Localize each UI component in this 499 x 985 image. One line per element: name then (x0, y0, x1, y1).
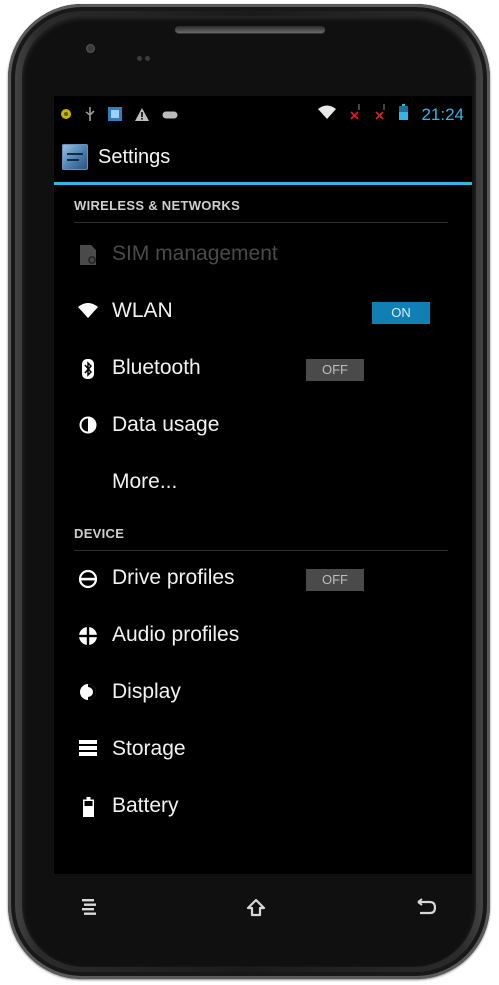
settings-item-storage[interactable]: Storage (54, 724, 472, 780)
audio-profiles-icon (78, 626, 98, 648)
settings-item-drive-profiles[interactable]: Drive profiles OFF (54, 553, 472, 609)
settings-item-label: WLAN (112, 299, 173, 322)
section-header-wireless: WIRELESS & NETWORKS (74, 198, 448, 223)
settings-app-icon[interactable] (62, 144, 88, 170)
settings-item-label: Drive profiles (112, 566, 235, 589)
signal-no-service-2-icon (374, 104, 386, 125)
settings-screen: 21:24 Settings WIRELESS & NETWORKS SIM m… (54, 96, 472, 874)
settings-item-label: SIM management (112, 242, 278, 265)
headset-icon (60, 108, 72, 125)
proximity-sensor (137, 46, 153, 61)
battery-icon (399, 104, 409, 125)
bluetooth-toggle[interactable]: OFF (306, 359, 364, 381)
wlan-toggle[interactable]: ON (372, 302, 430, 324)
section-header-device: DEVICE (74, 526, 448, 551)
settings-item-display[interactable]: Display (54, 667, 472, 723)
page-title: Settings (98, 146, 171, 168)
settings-item-label: Bluetooth (112, 356, 201, 379)
settings-item-sim-management: SIM management (54, 229, 472, 285)
settings-item-label: Audio profiles (112, 623, 240, 646)
storage-icon (78, 740, 98, 762)
home-icon[interactable] (246, 898, 276, 922)
earpiece-speaker (175, 26, 325, 33)
navigation-bar (54, 890, 472, 930)
sim-toolkit-icon (108, 107, 123, 126)
front-camera (86, 44, 95, 53)
settings-item-bluetooth[interactable]: Bluetooth OFF (54, 343, 472, 399)
settings-item-label: Battery (112, 794, 179, 817)
settings-item-data-usage[interactable]: Data usage (54, 400, 472, 456)
data-usage-icon (78, 416, 98, 438)
status-clock: 21:24 (421, 104, 464, 124)
usb-icon (85, 107, 95, 126)
settings-item-label: More... (112, 470, 178, 493)
display-icon (78, 683, 98, 705)
drive-profiles-icon (78, 569, 98, 591)
drive-profiles-toggle[interactable]: OFF (306, 569, 364, 591)
menu-icon[interactable] (82, 898, 112, 922)
signal-no-service-icon (349, 104, 361, 125)
settings-item-audio-profiles[interactable]: Audio profiles (54, 610, 472, 666)
wifi-icon (318, 105, 337, 124)
battery-icon (78, 797, 98, 819)
status-bar: 21:24 (54, 96, 472, 134)
warning-icon (135, 107, 150, 126)
sim-card-icon (78, 245, 98, 267)
settings-item-label: Storage (112, 737, 186, 760)
back-icon[interactable] (416, 898, 446, 922)
wifi-icon (78, 302, 98, 324)
action-bar: Settings (54, 136, 472, 185)
settings-item-battery[interactable]: Battery (54, 781, 472, 837)
settings-item-label: Data usage (112, 413, 220, 436)
settings-item-wlan[interactable]: WLAN ON (54, 286, 472, 342)
settings-item-label: Display (112, 680, 181, 703)
bluetooth-icon (78, 359, 98, 381)
voicemail-icon (162, 109, 178, 125)
settings-item-more[interactable]: More... (54, 457, 472, 513)
